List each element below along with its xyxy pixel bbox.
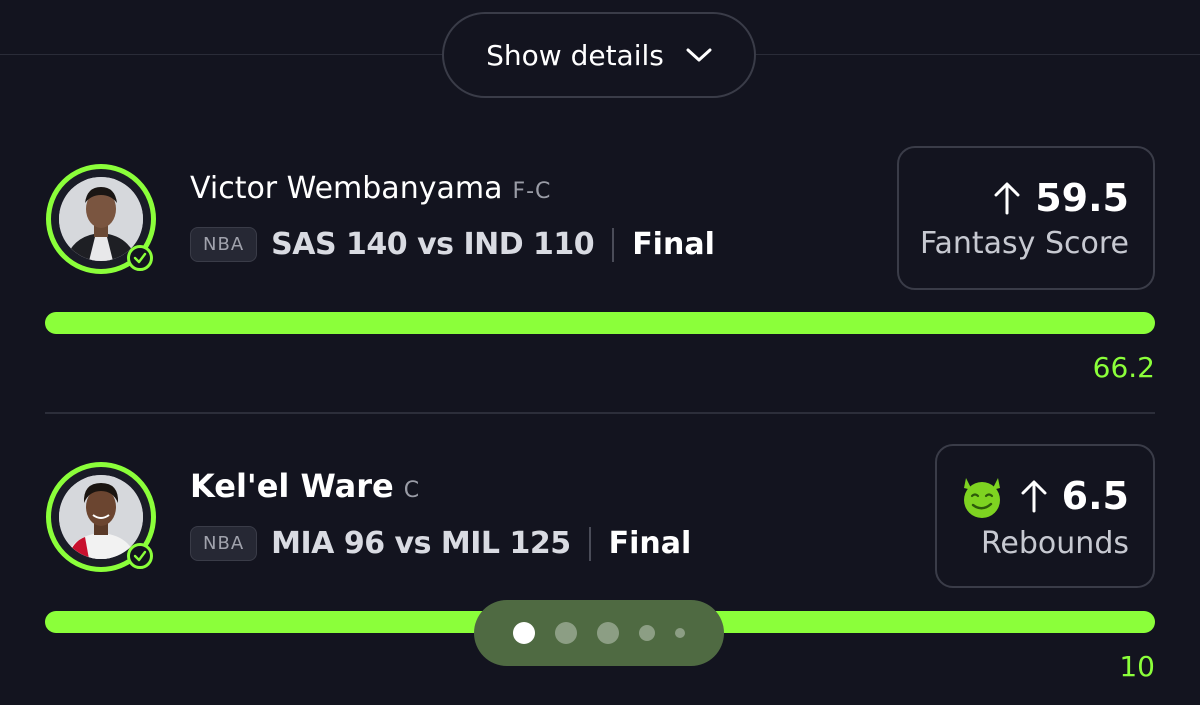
show-details-label: Show details bbox=[486, 38, 664, 72]
page-dot[interactable] bbox=[555, 622, 577, 644]
checkmark-icon bbox=[127, 543, 153, 569]
devil-emoji-icon bbox=[963, 477, 1000, 518]
page-dot[interactable] bbox=[597, 622, 619, 644]
page-dot[interactable] bbox=[639, 625, 655, 641]
show-details-button[interactable]: Show details bbox=[442, 12, 756, 98]
stat-line-value: 59.5 bbox=[1035, 175, 1129, 220]
result-value: 10 bbox=[1119, 650, 1155, 683]
stat-line-value: 6.5 bbox=[1061, 473, 1129, 518]
page-indicator[interactable] bbox=[474, 600, 724, 666]
separator bbox=[588, 526, 591, 561]
player-name: Victor Wembanyama F-C bbox=[190, 171, 552, 206]
game-status: Final bbox=[608, 526, 692, 561]
arrow-up-icon bbox=[1021, 480, 1047, 512]
player-avatar bbox=[46, 164, 156, 274]
game-info: NBA SAS 140 vs IND 110 Final bbox=[190, 227, 715, 262]
page-dot[interactable] bbox=[513, 622, 535, 644]
player-position: F-C bbox=[512, 179, 552, 204]
player-position: C bbox=[403, 478, 421, 503]
league-badge: NBA bbox=[190, 526, 258, 561]
stat-line-box: 59.5 Fantasy Score bbox=[897, 146, 1155, 290]
game-info: NBA MIA 96 vs MIL 125 Final bbox=[190, 526, 691, 561]
game-matchup: SAS 140 vs IND 110 bbox=[271, 227, 595, 262]
league-badge: NBA bbox=[190, 227, 258, 262]
stat-type-label: Fantasy Score bbox=[920, 225, 1129, 261]
player-name: Kel'el Ware C bbox=[190, 467, 421, 505]
stat-type-label: Rebounds bbox=[980, 525, 1129, 561]
game-matchup: MIA 96 vs MIL 125 bbox=[271, 526, 571, 561]
pick-divider bbox=[45, 412, 1155, 414]
stat-line-box: 6.5 Rebounds bbox=[935, 444, 1155, 588]
checkmark-icon bbox=[127, 245, 153, 271]
player-avatar bbox=[46, 462, 156, 572]
progress-bar bbox=[45, 312, 1155, 334]
result-value: 66.2 bbox=[1092, 351, 1155, 384]
separator bbox=[612, 227, 615, 262]
page-dot[interactable] bbox=[675, 628, 685, 638]
arrow-up-icon bbox=[994, 182, 1020, 214]
game-status: Final bbox=[632, 227, 715, 262]
chevron-down-icon bbox=[686, 48, 712, 62]
